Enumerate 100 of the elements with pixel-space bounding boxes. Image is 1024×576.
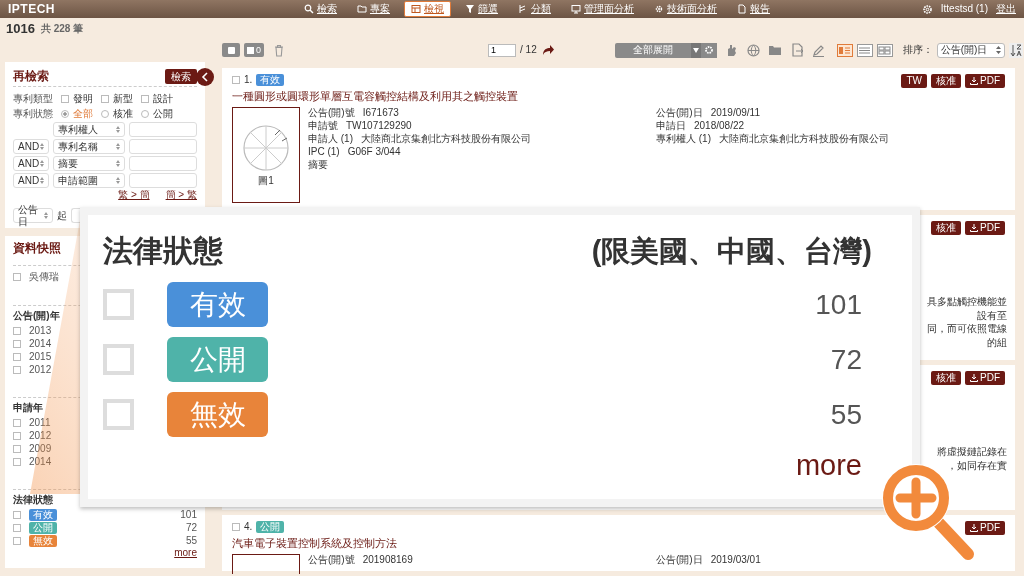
card-button[interactable]: 核准 xyxy=(931,221,961,235)
text-field[interactable] xyxy=(129,139,197,154)
logout-link[interactable]: 登出 xyxy=(996,3,1016,15)
dropdown-caret[interactable] xyxy=(690,42,701,58)
field-value: 2019/09/11 xyxy=(710,106,760,120)
nav-tab[interactable]: 篩選 xyxy=(459,2,504,16)
field-value: 大陸商北京集創北方科技股份有限公司 xyxy=(361,132,531,146)
filter-label[interactable]: 2009 xyxy=(29,442,52,455)
nav-tab[interactable]: 管理面分析 xyxy=(565,2,640,16)
select-all-button[interactable] xyxy=(222,43,240,57)
checkbox[interactable] xyxy=(13,510,21,519)
filter-label[interactable]: 2011 xyxy=(29,416,51,429)
filter-label[interactable]: 2013 xyxy=(29,324,52,337)
field-select[interactable]: 申請範圍 xyxy=(53,173,125,188)
count-label: 72 xyxy=(830,342,863,377)
checkbox[interactable] xyxy=(103,289,134,320)
checkbox[interactable] xyxy=(232,523,240,531)
nav-tab[interactable]: 專案 xyxy=(351,2,396,16)
field-label: 公告(開)日 xyxy=(656,106,703,120)
checkbox[interactable] xyxy=(13,431,21,440)
settings-icon[interactable] xyxy=(921,3,933,15)
globe-icon[interactable] xyxy=(746,43,760,57)
callout-title: 法律狀態 xyxy=(103,233,223,269)
page-field[interactable]: 1 xyxy=(488,43,516,57)
card-button[interactable]: 核准 xyxy=(931,371,961,385)
filter-label[interactable]: 2014 xyxy=(29,337,52,350)
trash-icon[interactable] xyxy=(274,43,284,57)
gear-icon xyxy=(654,4,664,14)
result-title[interactable]: 汽車電子裝置控制系統及控制方法 xyxy=(232,537,1005,550)
branch-icon xyxy=(518,4,528,14)
convert-link[interactable]: 繁 > 簡 xyxy=(118,189,150,204)
field-label: 申請號 xyxy=(308,119,338,133)
radio-button[interactable] xyxy=(61,109,69,118)
checkbox[interactable] xyxy=(103,399,134,430)
filter-label[interactable]: 吳傳瑞 xyxy=(29,270,59,283)
checkbox[interactable] xyxy=(13,523,21,532)
card-button[interactable]: TW xyxy=(901,74,927,88)
result-number: 4. xyxy=(244,521,253,533)
text-field[interactable] xyxy=(129,156,197,171)
list-view-button[interactable] xyxy=(856,43,873,57)
text-field[interactable] xyxy=(129,122,197,137)
operator-select[interactable]: AND xyxy=(13,173,49,188)
collapse-button[interactable] xyxy=(196,68,214,86)
figure-thumbnail[interactable]: 圖1 xyxy=(232,106,300,203)
checkbox[interactable] xyxy=(13,326,21,335)
result-number: 1. xyxy=(244,74,253,86)
result-title[interactable]: 一種圓形或圓環形單層互電容觸控結構及利用其之觸控裝置 xyxy=(232,90,1005,103)
checkbox[interactable] xyxy=(141,94,149,103)
nav-tab[interactable]: 技術面分析 xyxy=(648,2,723,16)
download-icon xyxy=(970,374,978,382)
checkbox[interactable] xyxy=(13,457,21,466)
checkbox[interactable] xyxy=(13,536,21,545)
text-field[interactable] xyxy=(129,173,197,188)
detail-view-button[interactable] xyxy=(836,43,853,57)
checkbox[interactable] xyxy=(13,272,21,281)
checkbox[interactable] xyxy=(13,352,21,361)
field-select[interactable]: 專利權人 xyxy=(53,122,125,137)
card-button[interactable]: PDF xyxy=(965,221,1005,235)
field-select[interactable]: 摘要 xyxy=(53,156,125,171)
checkbox[interactable] xyxy=(13,418,21,427)
filter-label[interactable]: 2015 xyxy=(29,350,52,363)
filter-label[interactable]: 2012 xyxy=(29,363,52,376)
pen-icon[interactable] xyxy=(811,43,825,57)
redo-arrow-icon[interactable] xyxy=(540,44,555,56)
more-link[interactable]: more xyxy=(174,547,197,558)
total-count: 共 228 筆 xyxy=(40,23,84,35)
sort-icon[interactable] xyxy=(1008,42,1023,58)
checkbox[interactable] xyxy=(101,94,109,103)
filter-label[interactable]: 2012 xyxy=(29,429,52,442)
group-title: 公告(開)年 xyxy=(13,310,61,323)
checkbox[interactable] xyxy=(232,76,240,84)
nav-tab[interactable]: 分類 xyxy=(512,2,557,16)
field-select[interactable]: 專利名稱 xyxy=(53,139,125,154)
nav-tab[interactable]: 檢視 xyxy=(404,1,451,17)
operator-select[interactable]: AND xyxy=(13,156,49,171)
checkbox-label: 發明 xyxy=(73,92,93,105)
folder-icon[interactable] xyxy=(767,44,783,56)
figure-thumbnail[interactable] xyxy=(232,553,300,574)
card-button[interactable]: PDF xyxy=(965,521,1005,535)
sort-select[interactable]: 公告(開)日 xyxy=(936,42,1005,58)
field-value: TW107129290 xyxy=(346,119,412,133)
card-button[interactable]: 核准 xyxy=(931,74,961,88)
checkbox[interactable] xyxy=(13,365,21,374)
user-name[interactable]: Ittestsd (1) xyxy=(940,3,988,15)
checkbox[interactable] xyxy=(61,94,69,103)
card-button[interactable]: PDF xyxy=(965,74,1005,88)
export-document-icon[interactable] xyxy=(790,43,804,57)
operator-select[interactable]: AND xyxy=(13,139,49,154)
nav-tab[interactable]: 檢索 xyxy=(298,2,343,16)
group-title: 法律狀態 xyxy=(13,494,54,507)
convert-link[interactable]: 簡 > 繁 xyxy=(165,189,197,204)
abstract-text: 將虛擬鏈記錄在 xyxy=(936,445,1007,459)
nav-tab[interactable]: 報告 xyxy=(731,2,776,16)
checkbox[interactable] xyxy=(13,339,21,348)
checkbox[interactable] xyxy=(13,444,21,453)
card-button[interactable]: PDF xyxy=(965,371,1005,385)
checkbox[interactable] xyxy=(103,344,134,375)
more-link[interactable]: more xyxy=(795,449,862,481)
grid-view-button[interactable] xyxy=(876,43,893,57)
search-button[interactable]: 檢索 xyxy=(165,69,197,84)
